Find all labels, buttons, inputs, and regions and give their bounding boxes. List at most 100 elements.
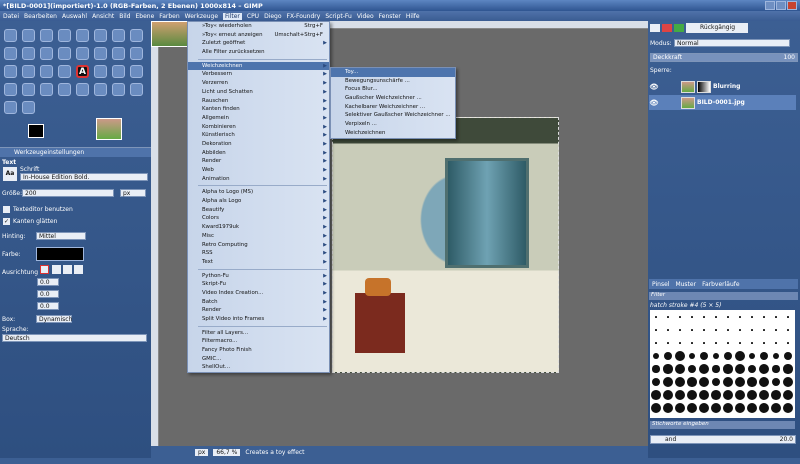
mode-select[interactable]: Normal bbox=[674, 39, 790, 47]
blur-submenu-item[interactable]: Gaußscher Weichzeichner ... bbox=[331, 94, 455, 103]
active-image-thumbnail[interactable] bbox=[96, 118, 122, 140]
filters-menu-item[interactable]: »Toy« erneut anzeigen Umschalt+Strg+F bbox=[188, 31, 329, 40]
brush-item[interactable] bbox=[699, 390, 709, 400]
menu-bearbeiten[interactable]: Bearbeiten bbox=[24, 13, 57, 20]
brush-tab[interactable]: Pinsel bbox=[652, 281, 669, 288]
brush-item[interactable] bbox=[711, 403, 721, 413]
brush-item[interactable] bbox=[663, 390, 673, 400]
eye-icon[interactable]: 👁 bbox=[649, 83, 659, 91]
brush-item[interactable] bbox=[775, 342, 777, 344]
perspective-clone-tool-icon[interactable] bbox=[112, 83, 125, 96]
brush-item[interactable] bbox=[711, 390, 721, 400]
brush-item[interactable] bbox=[759, 403, 769, 413]
brush-item[interactable] bbox=[652, 365, 660, 373]
brush-item[interactable] bbox=[771, 403, 781, 413]
blur-submenu-item[interactable]: Kachelbarer Weichzeichner ... bbox=[331, 103, 455, 112]
foreground-select-tool-icon[interactable] bbox=[112, 29, 125, 42]
size-unit-select[interactable]: px bbox=[120, 189, 146, 197]
filters-menu-item[interactable]: Alle Filter zurücksetzen bbox=[188, 48, 329, 57]
brush-item[interactable] bbox=[664, 352, 672, 360]
brush-item[interactable] bbox=[699, 351, 709, 361]
brush-item[interactable] bbox=[763, 329, 765, 331]
brush-item[interactable] bbox=[651, 390, 661, 400]
filters-menu-item[interactable]: Dekoration ▶ bbox=[188, 140, 329, 149]
brush-item[interactable] bbox=[739, 329, 741, 331]
filters-menu-item[interactable]: RSS ▶ bbox=[188, 249, 329, 258]
brush-item[interactable] bbox=[723, 403, 733, 413]
brush-item[interactable] bbox=[751, 329, 753, 331]
brush-item[interactable] bbox=[735, 390, 745, 400]
brush-item[interactable] bbox=[723, 377, 733, 387]
blur-submenu-item[interactable]: Selektiver Gaußscher Weichzeichner ... bbox=[331, 111, 455, 120]
filters-menu-item[interactable]: Filter all Layers... bbox=[188, 329, 329, 338]
brush-item[interactable] bbox=[675, 377, 685, 387]
menu-ansicht[interactable]: Ansicht bbox=[92, 13, 114, 20]
menu-script-fu[interactable]: Script-Fu bbox=[325, 13, 352, 20]
dodge-tool-icon[interactable] bbox=[22, 101, 35, 114]
blend-tool-icon[interactable] bbox=[112, 65, 125, 78]
line-spacing-field[interactable]: 0.0 bbox=[37, 290, 59, 298]
ellipse-select-tool-icon[interactable] bbox=[22, 29, 35, 42]
pencil-tool-icon[interactable] bbox=[130, 65, 143, 78]
rect-select-tool-icon[interactable] bbox=[4, 29, 17, 42]
tool-options-tab[interactable]: Werkzeugeinstellungen bbox=[14, 149, 84, 156]
brush-item[interactable] bbox=[773, 353, 779, 359]
menu-werkzeuge[interactable]: Werkzeuge bbox=[185, 13, 218, 20]
brush-item[interactable] bbox=[663, 377, 673, 387]
blur-submenu-item[interactable]: Bewegungsunschärfe ... bbox=[331, 77, 455, 86]
brush-item[interactable] bbox=[679, 342, 681, 344]
brush-item[interactable] bbox=[787, 316, 789, 318]
layer-row[interactable]: 👁 BILD-0001.jpg bbox=[649, 95, 796, 110]
filters-menu-item[interactable]: Alpha to Logo (MS) ▶ bbox=[188, 188, 329, 197]
brush-grid[interactable] bbox=[650, 310, 795, 418]
zoom-tool-icon[interactable] bbox=[22, 47, 35, 60]
menu-diego[interactable]: Diego bbox=[264, 13, 281, 20]
brush-item[interactable] bbox=[759, 390, 769, 400]
shear-tool-icon[interactable] bbox=[4, 65, 17, 78]
brush-item[interactable] bbox=[748, 352, 756, 360]
brush-item[interactable] bbox=[667, 316, 669, 318]
eye-icon[interactable]: 👁 bbox=[649, 99, 659, 107]
brush-item[interactable] bbox=[715, 342, 717, 344]
brush-item[interactable] bbox=[675, 403, 685, 413]
move-tool-icon[interactable] bbox=[58, 47, 71, 60]
brush-item[interactable] bbox=[759, 377, 769, 387]
minimize-button[interactable] bbox=[765, 1, 775, 10]
airbrush-tool-icon[interactable] bbox=[40, 83, 53, 96]
brush-item[interactable] bbox=[687, 377, 697, 387]
brush-item[interactable] bbox=[687, 390, 697, 400]
brush-item[interactable] bbox=[747, 364, 757, 374]
hinting-select[interactable]: Mittel bbox=[36, 232, 86, 240]
maximize-button[interactable] bbox=[776, 1, 786, 10]
filters-menu-item[interactable]: »Toy« wiederholen Strg+F bbox=[188, 22, 329, 31]
brush-item[interactable] bbox=[747, 377, 757, 387]
brush-item[interactable] bbox=[651, 377, 661, 387]
brush-item[interactable] bbox=[691, 316, 693, 318]
brush-item[interactable] bbox=[711, 377, 721, 387]
filters-menu-item[interactable]: Verbessern ▶ bbox=[188, 70, 329, 79]
menu-hilfe[interactable]: Hilfe bbox=[406, 13, 420, 20]
cage-tool-icon[interactable] bbox=[58, 65, 71, 78]
indent-field[interactable]: 0.0 bbox=[37, 278, 59, 286]
blur-tool-icon[interactable] bbox=[130, 83, 143, 96]
brush-item[interactable] bbox=[783, 403, 793, 413]
brush-item[interactable] bbox=[739, 342, 741, 344]
layer-row[interactable]: 👁 Blurring bbox=[649, 79, 796, 94]
letter-spacing-field[interactable]: 0.0 bbox=[37, 302, 59, 310]
menu-ebene[interactable]: Ebene bbox=[136, 13, 155, 20]
brush-item[interactable] bbox=[703, 329, 705, 331]
blur-submenu-item[interactable]: Verpixeln ... bbox=[331, 120, 455, 129]
brush-item[interactable] bbox=[727, 316, 729, 318]
layers-tab-icon[interactable] bbox=[650, 24, 660, 32]
brush-item[interactable] bbox=[783, 390, 793, 400]
filters-menu-item[interactable]: Text ▶ bbox=[188, 258, 329, 267]
heal-tool-icon[interactable] bbox=[94, 83, 107, 96]
brush-item[interactable] bbox=[653, 353, 659, 359]
brush-item[interactable] bbox=[715, 316, 717, 318]
brush-item[interactable] bbox=[703, 316, 705, 318]
filters-menu-item[interactable]: Zuletzt geöffnet ▶ bbox=[188, 39, 329, 48]
editor-checkbox[interactable] bbox=[3, 206, 10, 213]
filters-menu-item[interactable]: Web ▶ bbox=[188, 166, 329, 175]
image-canvas[interactable] bbox=[332, 117, 559, 373]
brush-item[interactable] bbox=[667, 329, 669, 331]
